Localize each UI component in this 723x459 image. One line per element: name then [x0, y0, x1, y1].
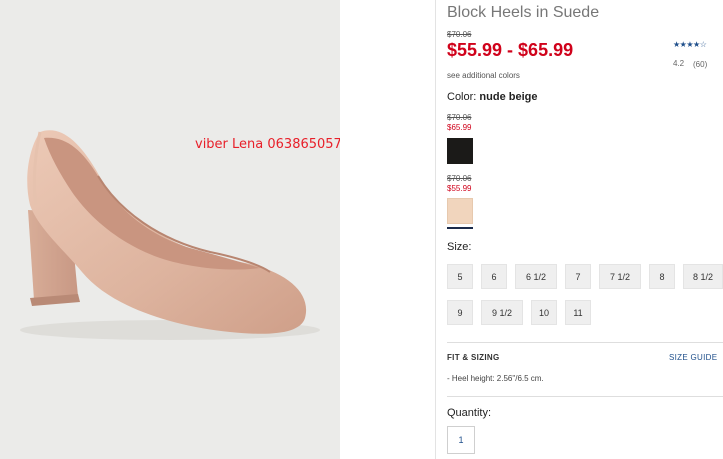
product-title: Block Heels in Suede	[447, 4, 600, 21]
section-divider	[447, 396, 723, 397]
size-option[interactable]: 9 1/2	[481, 300, 523, 325]
color-label-text: Color:	[447, 91, 477, 103]
review-count-link[interactable]: (60)	[693, 60, 707, 69]
size-option[interactable]: 6 1/2	[515, 264, 557, 289]
size-option[interactable]: 8 1/2	[683, 264, 723, 289]
swatch-black-sale-price: $65.99	[447, 123, 472, 132]
size-option[interactable]: 8	[649, 264, 675, 289]
quantity-select[interactable]: 1	[447, 426, 475, 454]
shoe-illustration	[20, 130, 320, 340]
size-option[interactable]: 6	[481, 264, 507, 289]
product-image[interactable]: viber Lena 0638650571	[0, 0, 340, 459]
section-divider	[447, 342, 723, 343]
see-additional-colors-link[interactable]: see additional colors	[447, 71, 520, 80]
column-divider	[435, 0, 436, 459]
product-details: Block Heels in Suede $70.06 $55.99 - $65…	[447, 0, 723, 459]
color-swatch-black[interactable]	[447, 138, 473, 164]
color-swatch-nude-beige[interactable]	[447, 198, 473, 224]
swatch-beige-sale-price: $55.99	[447, 184, 472, 193]
watermark-text: viber Lena 0638650571	[195, 137, 340, 152]
whitespace-gutter	[340, 0, 436, 459]
size-option[interactable]: 9	[447, 300, 473, 325]
rating-stars-icon[interactable]: ★★★★☆	[673, 40, 707, 49]
size-guide-link[interactable]: SIZE GUIDE	[669, 353, 717, 362]
original-price: $70.06	[447, 30, 472, 39]
heel-height-note: - Heel height: 2.56"/6.5 cm.	[447, 374, 544, 383]
size-option[interactable]: 5	[447, 264, 473, 289]
size-option[interactable]: 10	[531, 300, 557, 325]
swatch-black-original-price: $70.06	[447, 113, 472, 122]
size-option[interactable]: 7 1/2	[599, 264, 641, 289]
fit-sizing-heading: FIT & SIZING	[447, 353, 500, 362]
selected-color-name: nude beige	[479, 91, 538, 103]
swatch-beige-original-price: $70.06	[447, 174, 472, 183]
selected-swatch-indicator	[447, 227, 473, 229]
size-label: Size:	[447, 241, 472, 253]
sale-price: $55.99 - $65.99	[447, 40, 574, 60]
color-label: Color: nude beige	[447, 91, 537, 103]
quantity-label: Quantity:	[447, 407, 492, 419]
size-option[interactable]: 11	[565, 300, 591, 325]
rating-value: 4.2	[673, 59, 685, 68]
size-option[interactable]: 7	[565, 264, 591, 289]
